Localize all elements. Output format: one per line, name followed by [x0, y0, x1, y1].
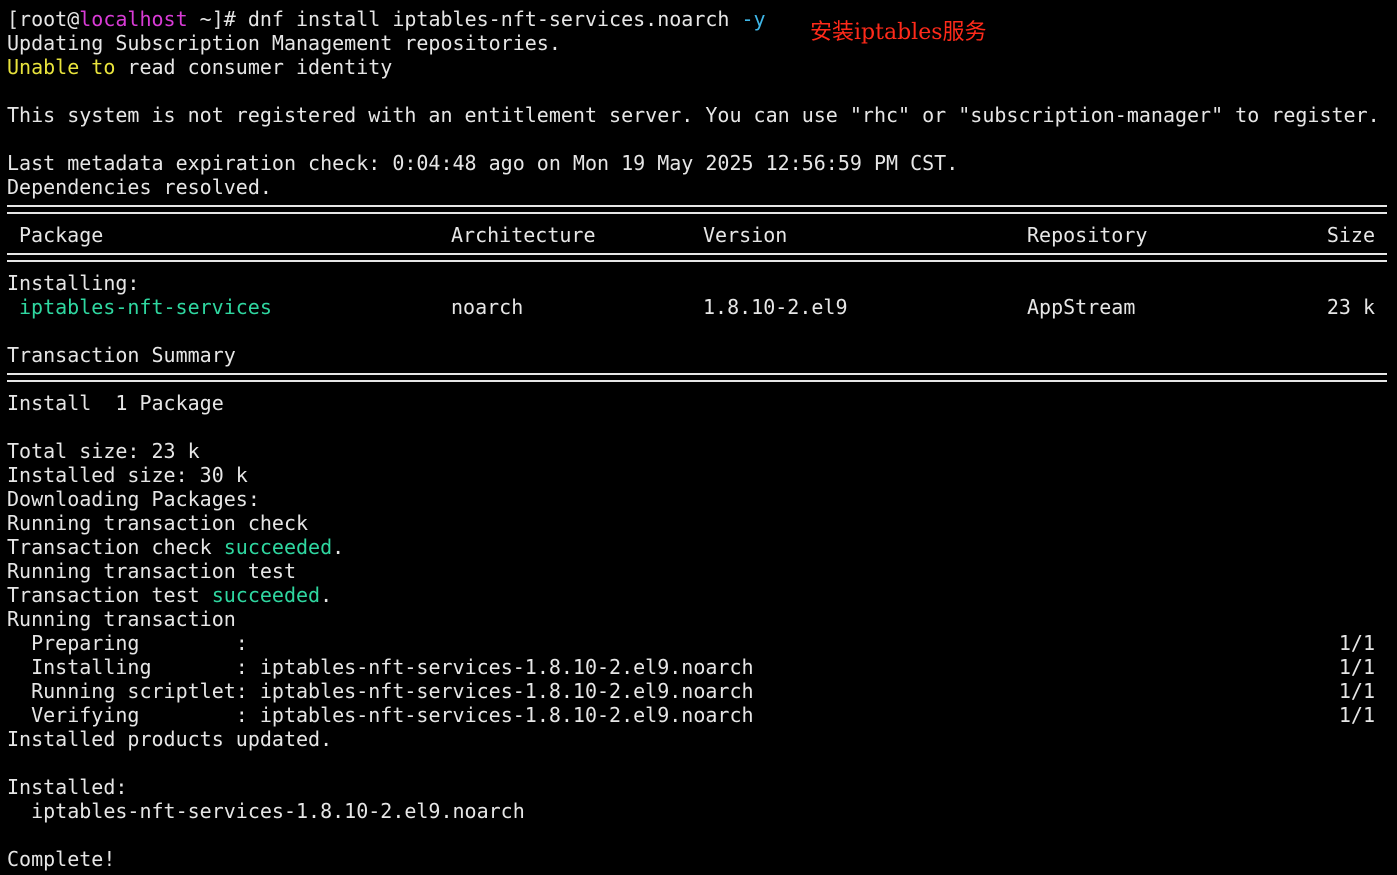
- test-dot: .: [320, 583, 333, 607]
- table-row-repository: AppStream: [1027, 295, 1136, 319]
- table-row-size: 23 k: [1326, 295, 1375, 319]
- col-header-repository: Repository: [1027, 223, 1148, 247]
- output-unable: Unable to read consumer identity: [7, 55, 392, 79]
- output-check-result: Transaction check succeeded.: [7, 535, 344, 559]
- test-status: succeeded: [211, 583, 321, 607]
- step-detail: iptables-nft-services-1.8.10-2.el9.noarc…: [247, 703, 754, 727]
- step-progress: 1/1: [1338, 655, 1375, 679]
- annotation-note: 安装iptables服务: [810, 20, 987, 45]
- step-label: Running scriptlet:: [7, 679, 248, 703]
- output-test-result: Transaction test succeeded.: [7, 583, 332, 607]
- step-label: Verifying :: [7, 703, 248, 727]
- output-install-count: Install 1 Package: [7, 391, 224, 415]
- step-progress: 1/1: [1338, 703, 1375, 727]
- command-line: [root@localhost ~]# dnf install iptables…: [7, 7, 766, 31]
- output-complete: Complete!: [7, 847, 116, 871]
- step-installing: Installing : iptables-nft-services-1.8.1…: [7, 655, 754, 679]
- col-header-package: Package: [19, 223, 104, 247]
- table-row-package: iptables-nft-services: [19, 295, 272, 319]
- output-run-check: Running transaction check: [7, 511, 309, 535]
- output-run-transaction: Running transaction: [7, 607, 236, 631]
- output-transaction-summary: Transaction Summary: [7, 343, 236, 367]
- output-updating: Updating Subscription Management reposit…: [7, 31, 561, 55]
- output-installed-header: Installed:: [7, 775, 128, 799]
- step-preparing: Preparing :: [7, 631, 248, 655]
- table-rule-header: [7, 253, 1387, 262]
- step-label: Installing :: [7, 655, 248, 679]
- step-scriptlet: Running scriptlet: iptables-nft-services…: [7, 679, 754, 703]
- prompt-command: ~]# dnf install iptables-nft-services.no…: [187, 7, 742, 31]
- step-verifying: Verifying : iptables-nft-services-1.8.10…: [7, 703, 754, 727]
- output-metadata: Last metadata expiration check: 0:04:48 …: [7, 151, 959, 175]
- output-installed-size: Installed size: 30 k: [7, 463, 248, 487]
- table-rule-top: [7, 205, 1387, 214]
- test-prefix: Transaction test: [7, 583, 212, 607]
- warning-to: to: [91, 55, 116, 79]
- warning-rest: read consumer identity: [115, 55, 393, 79]
- output-installed-package: iptables-nft-services-1.8.10-2.el9.noarc…: [7, 799, 525, 823]
- output-deps: Dependencies resolved.: [7, 175, 272, 199]
- output-run-test: Running transaction test: [7, 559, 296, 583]
- prompt-hostname: localhost: [79, 7, 188, 31]
- command-flag: -y: [741, 7, 766, 31]
- output-downloading: Downloading Packages:: [7, 487, 260, 511]
- step-detail: iptables-nft-services-1.8.10-2.el9.noarc…: [247, 679, 754, 703]
- output-products-updated: Installed products updated.: [7, 727, 333, 751]
- col-header-size: Size: [1326, 223, 1375, 247]
- warning-unable: Unable: [7, 55, 80, 79]
- output-installing-header: Installing:: [7, 271, 140, 295]
- col-header-architecture: Architecture: [451, 223, 596, 247]
- table-rule-summary: [7, 373, 1387, 382]
- table-row-version: 1.8.10-2.el9: [703, 295, 848, 319]
- prompt-open: [root@: [7, 7, 80, 31]
- terminal-window[interactable]: [root@localhost ~]# dnf install iptables…: [0, 0, 1397, 875]
- step-label: Preparing :: [7, 631, 248, 655]
- check-prefix: Transaction check: [7, 535, 224, 559]
- step-progress: 1/1: [1338, 631, 1375, 655]
- step-detail: iptables-nft-services-1.8.10-2.el9.noarc…: [247, 655, 754, 679]
- output-total-size: Total size: 23 k: [7, 439, 200, 463]
- step-progress: 1/1: [1338, 679, 1375, 703]
- output-not-registered: This system is not registered with an en…: [7, 103, 1380, 127]
- table-row-architecture: noarch: [451, 295, 524, 319]
- check-dot: .: [332, 535, 345, 559]
- check-status: succeeded: [223, 535, 333, 559]
- col-header-version: Version: [703, 223, 788, 247]
